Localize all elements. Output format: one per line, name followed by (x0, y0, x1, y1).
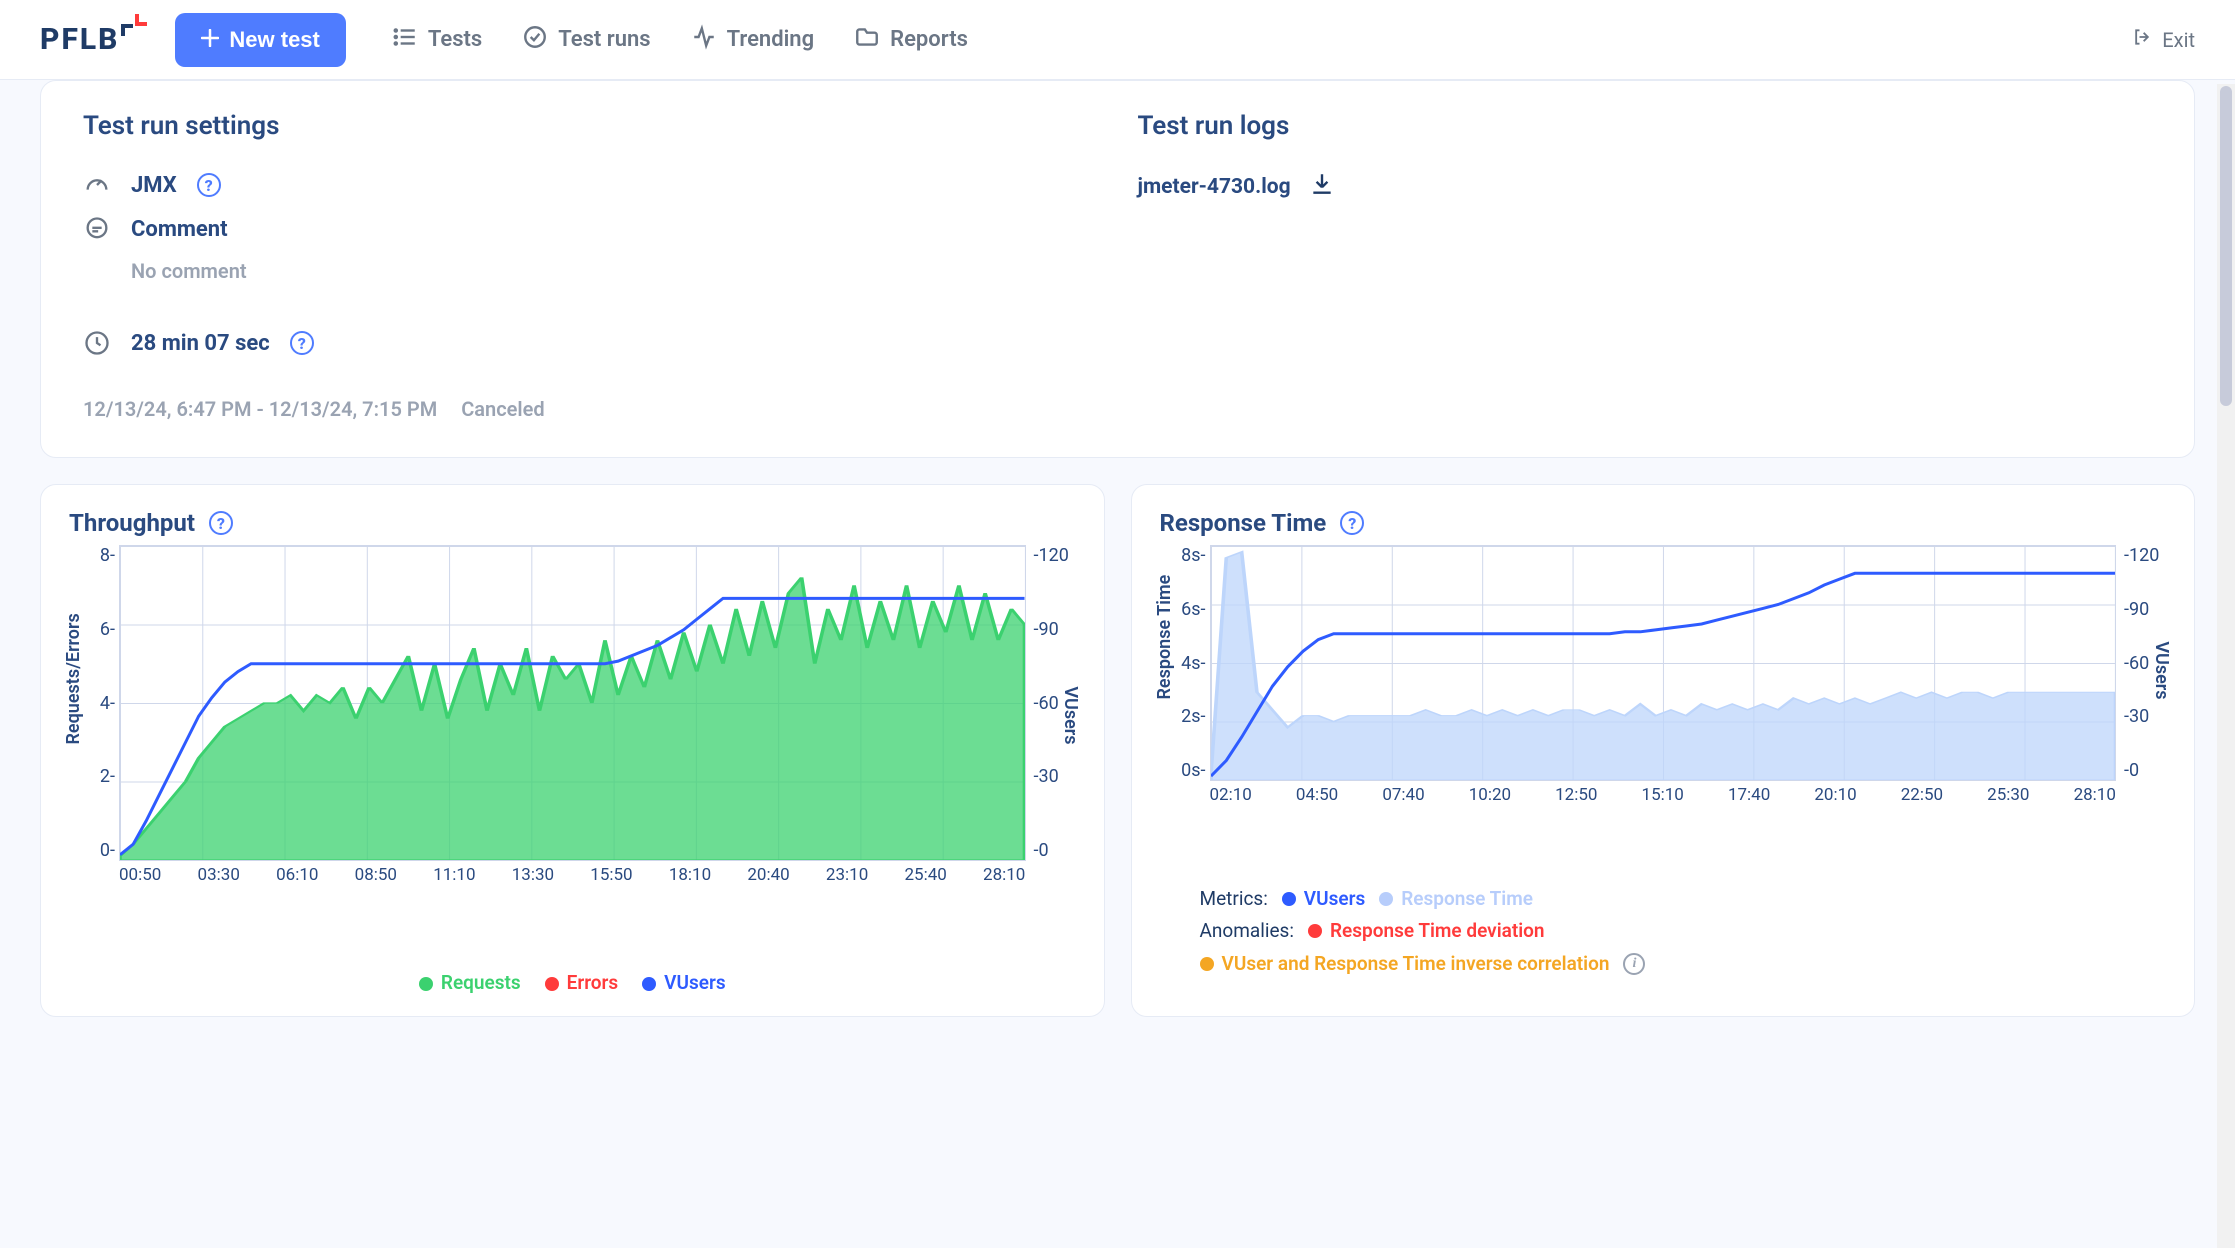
exit-button[interactable]: Exit (2132, 27, 2195, 52)
comment-row: Comment (83, 215, 1098, 243)
response-chart: Response Time VUsers 8s-6s-4s-2s-0s- -12… (1160, 545, 2167, 875)
scrollbar[interactable] (2217, 84, 2235, 1248)
help-icon[interactable]: ? (197, 173, 221, 197)
legend-rt-deviation: Response Time deviation (1308, 915, 1545, 947)
jmx-row: JMX ? (83, 171, 1098, 199)
exit-icon (2132, 27, 2152, 52)
main-nav: Tests Test runs Trending Reports (392, 24, 968, 56)
yticks-right: -120-90-60-30-0 (1034, 545, 1074, 861)
page-body: Test run settings JMX ? Comment No comme… (0, 80, 2235, 1057)
settings-title: Test run settings (83, 111, 1098, 141)
download-icon (1309, 171, 1335, 203)
response-title: Response Time (1160, 509, 1327, 537)
list-icon (392, 24, 418, 56)
plot-area (119, 545, 1026, 861)
log-filename: jmeter-4730.log (1138, 175, 1291, 199)
check-circle-icon (522, 24, 548, 56)
nav-trending[interactable]: Trending (691, 24, 815, 56)
logo-mark-icon (117, 12, 151, 46)
help-icon[interactable]: ? (209, 511, 233, 535)
anomalies-label: Anomalies: (1200, 915, 1294, 947)
scrollbar-thumb[interactable] (2220, 86, 2232, 406)
plot-area (1210, 545, 2117, 781)
clock-icon (83, 329, 111, 357)
yticks-left: 8s-6s-4s-2s-0s- (1166, 545, 1206, 781)
meta-row: 12/13/24, 6:47 PM - 12/13/24, 7:15 PM Ca… (83, 397, 1098, 421)
xticks: 00:5003:3006:1008:5011:1013:3015:5018:10… (119, 865, 1026, 905)
logo: PFLB (40, 22, 151, 57)
throughput-svg (120, 546, 1025, 860)
nav-label: Tests (428, 27, 482, 52)
legend-requests: Requests (419, 971, 521, 994)
nav-label: Reports (890, 27, 968, 52)
status: Canceled (461, 397, 544, 421)
response-card: Response Time ? Response Time VUsers 8s-… (1131, 484, 2196, 1017)
legend-response-time: Response Time (1379, 883, 1533, 915)
plot: 8-6-4-2-0- -120-90-60-30-0 00:5003:3006:… (119, 545, 1026, 905)
settings-left: Test run settings JMX ? Comment No comme… (83, 111, 1098, 421)
logs-title: Test run logs (1138, 111, 2153, 141)
log-download-link[interactable]: jmeter-4730.log (1138, 171, 2153, 203)
legend-vusers: VUsers (642, 971, 725, 994)
topbar: PFLB New test Tests Test runs Trending R… (0, 0, 2235, 80)
settings-right: Test run logs jmeter-4730.log (1138, 111, 2153, 421)
metrics-label: Metrics: (1200, 883, 1268, 915)
yticks-left: 8-6-4-2-0- (75, 545, 115, 861)
gauge-icon (83, 171, 111, 199)
nav-test-runs[interactable]: Test runs (522, 24, 650, 56)
response-svg (1211, 546, 2116, 780)
exit-label: Exit (2162, 28, 2195, 52)
response-title-row: Response Time ? (1160, 509, 2167, 537)
new-test-button[interactable]: New test (175, 13, 345, 67)
plus-icon (201, 27, 219, 53)
plot: 8s-6s-4s-2s-0s- -120-90-60-30-0 02:1004:… (1210, 545, 2117, 825)
legend-inverse: VUser and Response Time inverse correlat… (1200, 948, 1610, 980)
comment-icon (83, 215, 111, 243)
settings-card: Test run settings JMX ? Comment No comme… (40, 80, 2195, 458)
throughput-title-row: Throughput ? (69, 509, 1076, 537)
xticks: 02:1004:5007:4010:2012:5015:1017:4020:10… (1210, 785, 2117, 825)
legend-errors: Errors (545, 971, 619, 994)
activity-icon (691, 24, 717, 56)
throughput-card: Throughput ? Requests/Errors VUsers 8-6-… (40, 484, 1105, 1017)
duration-row: 28 min 07 sec ? (83, 329, 1098, 357)
help-icon[interactable]: ? (1340, 511, 1364, 535)
response-legend: Metrics: VUsers Response Time Anomalies:… (1160, 883, 2167, 980)
charts-row: Throughput ? Requests/Errors VUsers 8-6-… (40, 484, 2195, 1017)
jmx-label: JMX (131, 173, 177, 198)
yticks-right: -120-90-60-30-0 (2124, 545, 2164, 781)
new-test-label: New test (229, 27, 319, 53)
legend-vusers: VUsers (1282, 883, 1365, 915)
logo-text: PFLB (40, 22, 119, 57)
throughput-legend: Requests Errors VUsers (69, 971, 1076, 994)
throughput-chart: Requests/Errors VUsers 8-6-4-2-0- -120-9… (69, 545, 1076, 965)
help-icon[interactable]: ? (290, 331, 314, 355)
info-icon[interactable]: i (1623, 953, 1645, 975)
timespan: 12/13/24, 6:47 PM - 12/13/24, 7:15 PM (83, 397, 437, 421)
nav-label: Test runs (558, 27, 650, 52)
duration-label: 28 min 07 sec (131, 331, 270, 356)
throughput-title: Throughput (69, 509, 195, 537)
folder-icon (854, 24, 880, 56)
nav-tests[interactable]: Tests (392, 24, 482, 56)
nav-reports[interactable]: Reports (854, 24, 968, 56)
comment-value: No comment (131, 259, 1098, 283)
nav-label: Trending (727, 27, 815, 52)
comment-label: Comment (131, 217, 228, 242)
